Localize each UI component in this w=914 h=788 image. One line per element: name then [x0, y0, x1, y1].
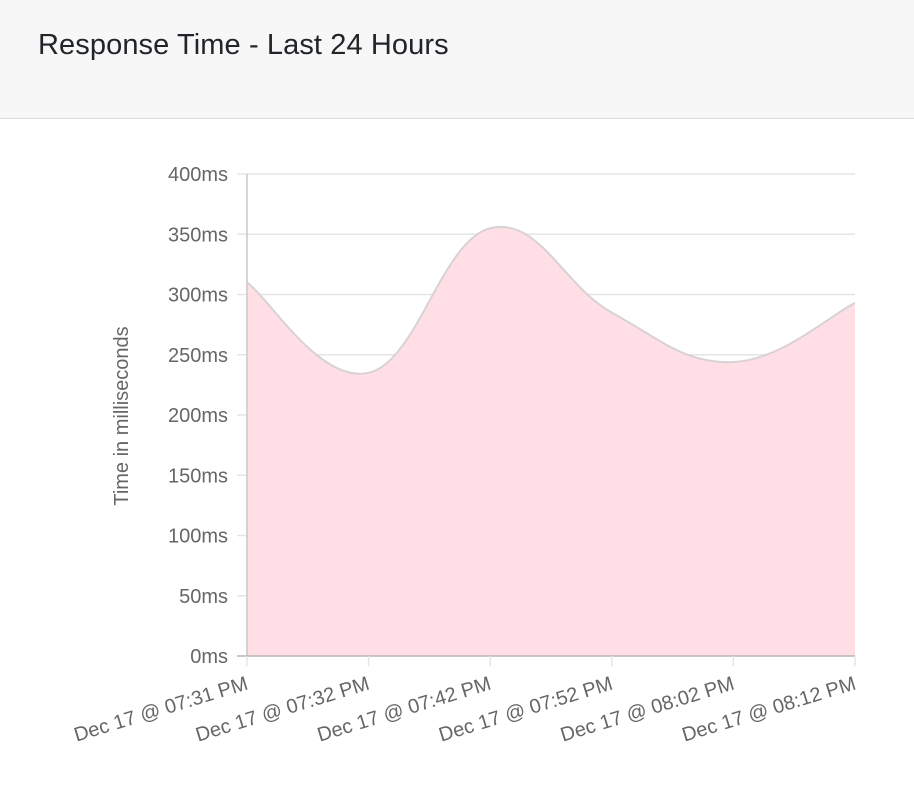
area-series	[246, 225, 856, 656]
y-tick-label: 150ms	[168, 465, 228, 487]
y-axis-title: Time in milliseconds	[111, 326, 133, 505]
y-tick-label: 200ms	[168, 405, 228, 427]
chart-card: Response Time - Last 24 Hours 0ms 50ms 100…	[0, 0, 914, 788]
y-tick-label: 0ms	[190, 646, 228, 668]
y-tick-label: 300ms	[168, 285, 228, 307]
y-tick-label: 400ms	[168, 164, 228, 186]
y-tick-label: 100ms	[168, 526, 228, 548]
y-tick-label: 350ms	[168, 224, 228, 246]
y-tick-label: 250ms	[168, 345, 228, 367]
y-tick-label: 50ms	[179, 586, 228, 608]
y-tick-labels: 0ms 50ms 100ms 150ms 200ms 250ms 300ms 350ms 400…	[168, 164, 228, 668]
x-tick-labels: Dec 17 @ 07:31 PMDec 17 @ 07:32 PMDec 17…	[72, 673, 859, 747]
response-time-chart: 0ms 50ms 100ms 150ms 200ms 250ms 300ms 350ms 400…	[72, 164, 859, 747]
area-fill	[247, 226, 855, 656]
